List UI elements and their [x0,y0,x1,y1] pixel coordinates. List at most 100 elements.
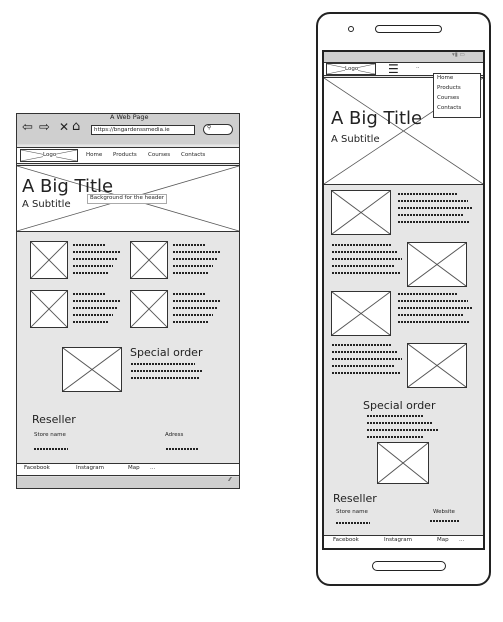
placeholder-text [332,272,400,274]
logo-placeholder[interactable]: Logo [20,149,78,162]
placeholder-text [430,520,460,522]
placeholder-text [131,377,199,379]
placeholder-text [73,293,105,295]
product-image [30,241,68,279]
placeholder-text [73,244,105,246]
window-title: A Web Page [110,113,149,121]
logo-label: Logo [43,152,57,159]
nav-item-courses[interactable]: Courses [148,152,170,159]
placeholder-text [173,265,213,267]
back-arrow-icon[interactable]: ⇦ [22,121,33,134]
placeholder-text [332,365,394,367]
reseller-store-header: Store name [34,432,66,438]
placeholder-text [34,448,68,450]
reseller-title: Reseller [32,413,76,426]
speaker-grille [375,25,442,33]
placeholder-text [398,307,472,309]
mobile-hero-title: A Big Title [331,108,423,129]
placeholder-text [131,363,195,365]
mobile-footer-more[interactable]: ... [459,537,464,544]
placeholder-text [332,351,398,353]
mobile-product-image [407,242,467,287]
placeholder-text [367,415,423,417]
product-image [30,290,68,328]
placeholder-text [73,307,117,309]
front-camera-icon [348,26,354,32]
footer-link-map[interactable]: Map [128,465,140,472]
placeholder-text [173,300,221,302]
placeholder-text [398,214,464,216]
nav-item-contacts[interactable]: Contacts [181,152,205,159]
placeholder-text [73,300,121,302]
placeholder-text [332,372,400,374]
special-order-title: Special order [130,346,203,359]
placeholder-text [398,193,458,195]
mobile-logo-placeholder[interactable]: Logo [326,63,376,75]
placeholder-text [173,251,221,253]
phone-home-button[interactable] [372,561,446,571]
hero-subtitle: A Subtitle [22,199,71,210]
dropdown-item-products[interactable]: Products [437,85,461,92]
placeholder-text [73,258,117,260]
placeholder-text [173,314,213,316]
placeholder-text [367,422,433,424]
placeholder-text [332,265,394,267]
footer-link-instagram[interactable]: Instagram [76,465,104,472]
placeholder-text [73,314,113,316]
reseller-address-header: Adress [165,432,184,438]
placeholder-text [73,265,113,267]
placeholder-text [398,293,458,295]
placeholder-text [398,300,468,302]
placeholder-text [173,321,209,323]
placeholder-text [131,370,203,372]
placeholder-text [173,293,205,295]
placeholder-text [367,429,439,431]
mobile-special-order-title: Special order [363,399,436,412]
mobile-reseller-store-header: Store name [336,509,368,515]
placeholder-text [332,358,402,360]
placeholder-text [173,272,209,274]
dropdown-item-home[interactable]: Home [437,75,453,82]
close-icon[interactable]: ✕ [59,121,69,133]
footer-link-facebook[interactable]: Facebook [24,465,50,472]
placeholder-text [166,448,198,450]
mobile-product-image [407,343,467,388]
product-image [130,290,168,328]
nav-item-products[interactable]: Products [113,152,137,159]
placeholder-text [173,244,205,246]
search-input[interactable]: ⚲ [203,124,233,135]
placeholder-text [398,314,464,316]
placeholder-text [398,200,468,202]
dropdown-item-contacts[interactable]: Contacts [437,105,461,112]
mobile-reseller-website-header: Website [433,509,455,515]
special-order-image [62,347,122,392]
mobile-product-image [331,291,391,336]
mobile-footer-facebook[interactable]: Facebook [333,537,359,544]
nav-item-home[interactable]: Home [86,152,102,159]
placeholder-text [332,251,398,253]
mobile-menu-extra: .. [416,64,420,70]
placeholder-text [332,244,392,246]
placeholder-text [367,436,423,438]
placeholder-text [398,321,470,323]
placeholder-text [173,307,217,309]
home-icon[interactable]: ⌂ [72,120,80,133]
footer-link-more[interactable]: ... [150,465,155,472]
placeholder-text [73,272,109,274]
signal-battery-icon: ▾▮ ▭ [452,52,465,58]
url-input[interactable]: https://bngardenssmedia.ie [91,125,195,135]
resize-grip-icon[interactable]: ⁄⁄ [229,477,231,484]
placeholder-text [73,321,109,323]
mobile-footer-map[interactable]: Map [437,537,449,544]
placeholder-text [398,221,470,223]
hero-note: Background for the header [87,194,168,204]
mobile-product-image [331,190,391,235]
mobile-reseller-title: Reseller [333,492,377,505]
product-image [130,241,168,279]
hamburger-menu-icon[interactable]: ☰ [388,63,399,75]
mobile-special-order-image [377,442,429,484]
dropdown-item-courses[interactable]: Courses [437,95,459,102]
mobile-footer-instagram[interactable]: Instagram [384,537,412,544]
placeholder-text [336,522,370,524]
forward-arrow-icon[interactable]: ⇨ [39,121,50,134]
